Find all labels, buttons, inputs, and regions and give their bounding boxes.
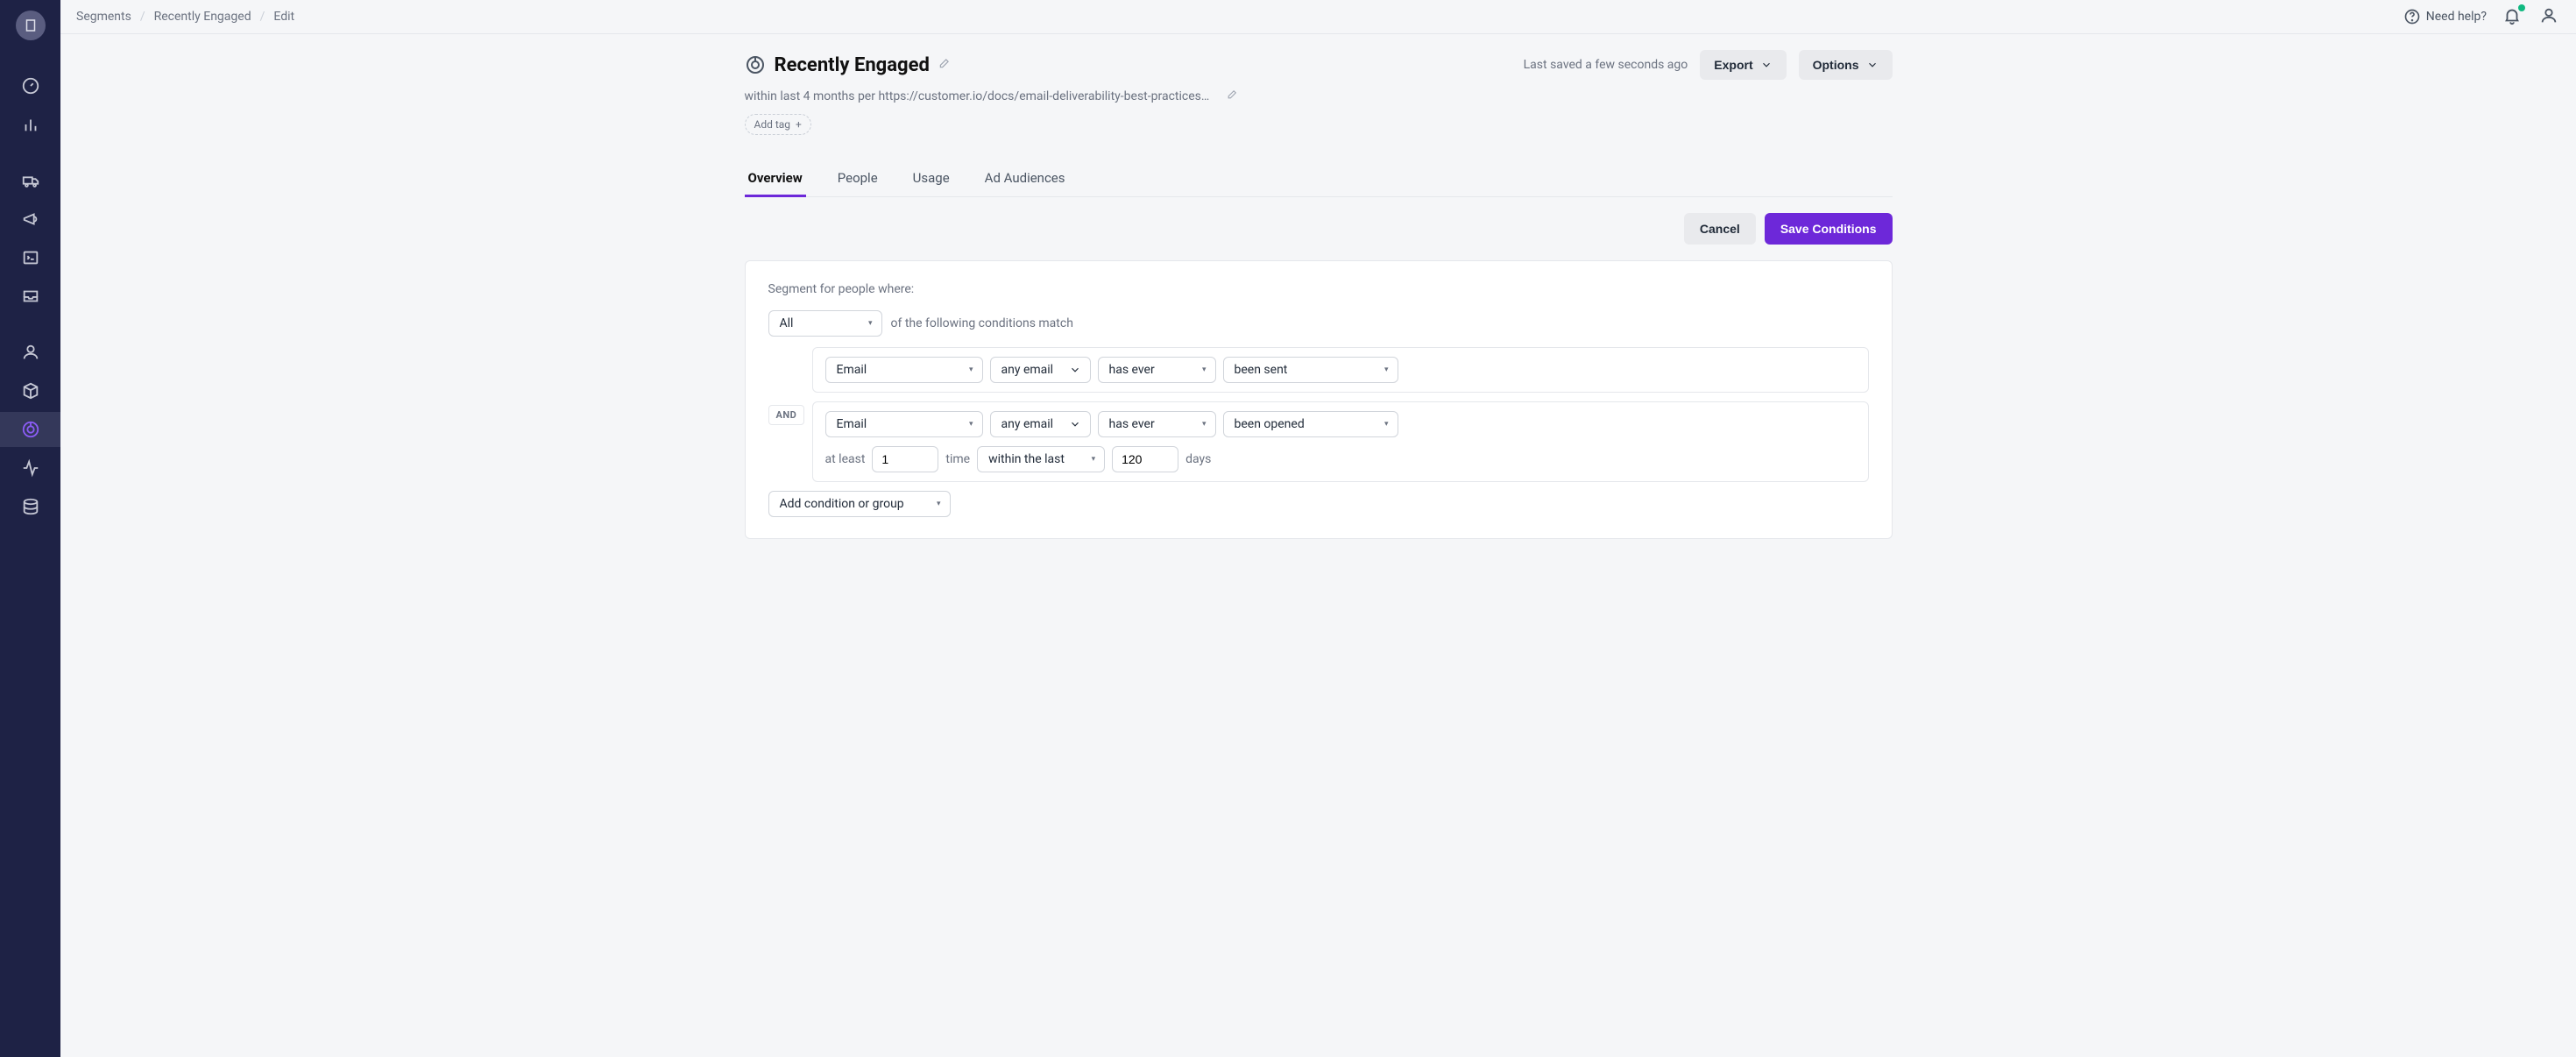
- tabs: Overview People Usage Ad Audiences: [745, 160, 1893, 197]
- days-input[interactable]: [1112, 446, 1178, 472]
- options-button[interactable]: Options: [1799, 50, 1893, 80]
- add-condition-button[interactable]: Add condition or group: [768, 491, 951, 517]
- sidebar-item-person[interactable]: [0, 335, 60, 370]
- conditions-intro: Segment for people where:: [768, 282, 1869, 296]
- within-select[interactable]: within the last: [977, 446, 1105, 472]
- match-suffix: of the following conditions match: [891, 316, 1073, 330]
- when-select[interactable]: has ever: [1098, 411, 1216, 437]
- channel-select[interactable]: Email: [825, 357, 983, 383]
- sidebar-item-inbox[interactable]: [0, 279, 60, 314]
- edit-title-button[interactable]: [938, 57, 951, 73]
- condition-row: Email any email has ever been sent: [812, 347, 1869, 393]
- condition-row: Email any email has ever been opened at …: [812, 401, 1869, 482]
- segment-icon: [21, 420, 40, 439]
- chevron-down-icon: [1069, 418, 1081, 430]
- plus-icon: +: [796, 118, 802, 131]
- cancel-button[interactable]: Cancel: [1684, 213, 1756, 245]
- page-title: Recently Engaged: [775, 54, 930, 76]
- segment-header-icon: [745, 54, 766, 75]
- notification-dot: [2518, 4, 2525, 11]
- sidebar-item-database[interactable]: [0, 489, 60, 524]
- pencil-icon: [1227, 89, 1238, 100]
- sidebar: [0, 0, 60, 1057]
- any-email-label: any email: [1001, 363, 1054, 377]
- need-help-button[interactable]: Need help?: [2403, 8, 2487, 25]
- person-icon: [21, 343, 40, 362]
- breadcrumb-sep: /: [260, 10, 265, 24]
- sidebar-item-segments[interactable]: [0, 412, 60, 447]
- truck-icon: [21, 171, 40, 190]
- last-saved-label: Last saved a few seconds ago: [1524, 58, 1688, 72]
- gauge-icon: [21, 76, 40, 96]
- days-label: days: [1185, 452, 1211, 466]
- megaphone-icon: [21, 209, 40, 229]
- terminal-icon: [21, 248, 40, 267]
- user-icon: [2539, 6, 2558, 25]
- match-all-select[interactable]: All: [768, 310, 882, 337]
- tab-usage[interactable]: Usage: [909, 160, 953, 196]
- sidebar-item-activity[interactable]: [0, 450, 60, 486]
- breadcrumb-current: Edit: [273, 10, 294, 24]
- inbox-icon: [21, 287, 40, 306]
- sidebar-item-package[interactable]: [0, 373, 60, 408]
- tab-ad-audiences[interactable]: Ad Audiences: [981, 160, 1069, 196]
- action-row: Cancel Save Conditions: [745, 213, 1893, 245]
- page-header: Recently Engaged Last saved a few second…: [745, 34, 1893, 135]
- description-text: within last 4 months per https://custome…: [745, 89, 1210, 103]
- description-row: within last 4 months per https://custome…: [745, 89, 1893, 103]
- sidebar-item-broadcast[interactable]: [0, 202, 60, 237]
- tab-overview[interactable]: Overview: [745, 160, 806, 196]
- database-icon: [21, 497, 40, 516]
- main-content: Segments / Recently Engaged / Edit Need …: [60, 0, 2576, 1057]
- save-conditions-button[interactable]: Save Conditions: [1765, 213, 1893, 245]
- chevron-down-icon: [1866, 59, 1879, 71]
- cube-icon: [21, 381, 40, 401]
- chevron-down-icon: [1069, 364, 1081, 376]
- breadcrumb-segments[interactable]: Segments: [76, 10, 131, 24]
- at-least-input[interactable]: [872, 446, 938, 472]
- workspace-logo[interactable]: [16, 11, 46, 40]
- help-icon: [2403, 8, 2421, 25]
- breadcrumb-parent[interactable]: Recently Engaged: [154, 10, 251, 24]
- breadcrumb: Segments / Recently Engaged / Edit: [76, 10, 294, 24]
- sidebar-item-delivery[interactable]: [0, 163, 60, 198]
- at-least-label: at least: [825, 452, 866, 466]
- condition-group: AND Email any email has ever been sent: [768, 347, 1869, 482]
- chevron-down-icon: [1760, 59, 1773, 71]
- export-button[interactable]: Export: [1700, 50, 1786, 80]
- sidebar-item-dashboard[interactable]: [0, 68, 60, 103]
- sidebar-item-analytics[interactable]: [0, 107, 60, 142]
- options-label: Options: [1813, 58, 1859, 72]
- edit-description-button[interactable]: [1227, 89, 1238, 103]
- export-label: Export: [1714, 58, 1752, 72]
- sidebar-item-terminal[interactable]: [0, 240, 60, 275]
- time-label: time: [945, 452, 970, 466]
- when-select[interactable]: has ever: [1098, 357, 1216, 383]
- content-area: Cancel Save Conditions Segment for peopl…: [745, 197, 1893, 557]
- add-tag-button[interactable]: Add tag +: [745, 114, 811, 135]
- tab-people[interactable]: People: [834, 160, 881, 196]
- bar-chart-icon: [21, 115, 40, 134]
- add-tag-label: Add tag: [754, 118, 791, 131]
- activity-icon: [21, 458, 40, 478]
- any-email-select[interactable]: any email: [990, 357, 1091, 383]
- notifications-button[interactable]: [2502, 6, 2523, 27]
- pencil-icon: [938, 57, 951, 69]
- profile-button[interactable]: [2539, 6, 2560, 27]
- topbar: Segments / Recently Engaged / Edit Need …: [60, 0, 2576, 34]
- conditions-card: Segment for people where: All of the fol…: [745, 260, 1893, 539]
- action-select[interactable]: been opened: [1223, 411, 1398, 437]
- any-email-select[interactable]: any email: [990, 411, 1091, 437]
- action-select[interactable]: been sent: [1223, 357, 1398, 383]
- and-badge: AND: [768, 405, 805, 425]
- need-help-label: Need help?: [2426, 10, 2487, 24]
- channel-select[interactable]: Email: [825, 411, 983, 437]
- breadcrumb-sep: /: [140, 10, 145, 24]
- any-email-label: any email: [1001, 417, 1054, 431]
